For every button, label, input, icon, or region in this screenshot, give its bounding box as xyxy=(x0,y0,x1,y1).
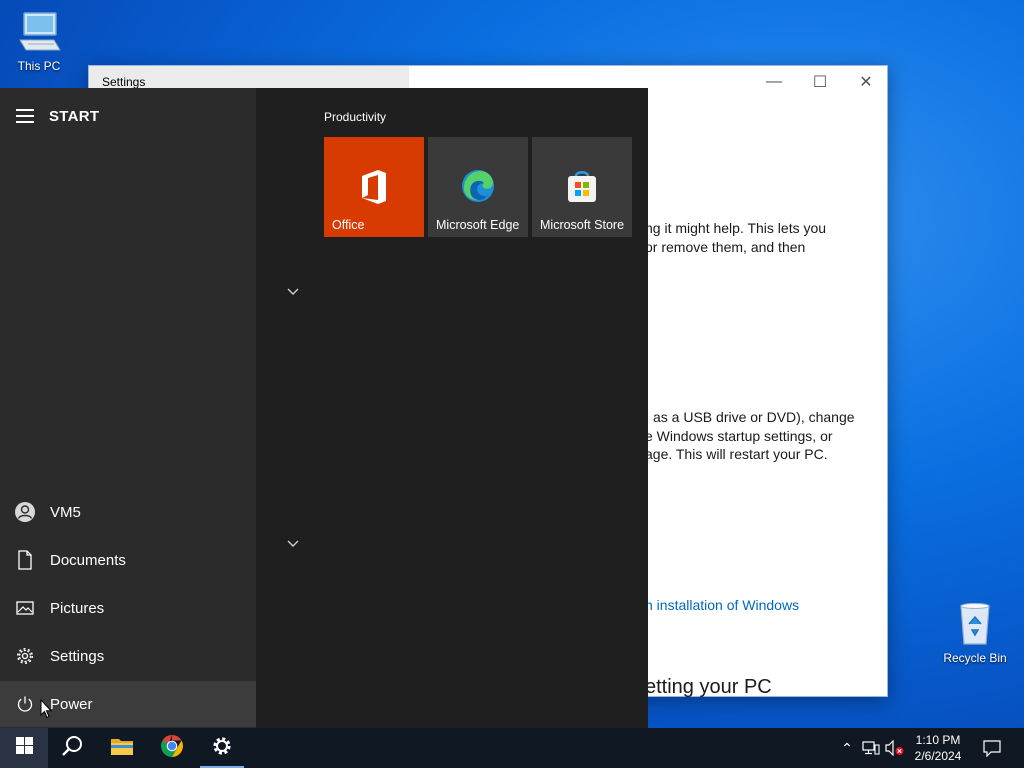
desktop-icon-label: This PC xyxy=(17,59,61,73)
action-center-icon[interactable] xyxy=(980,728,1004,768)
office-icon xyxy=(324,169,424,205)
taskbar: ⌃ 1:10 PM 2/6/2024 xyxy=(0,728,1024,768)
maximize-button[interactable]: ☐ xyxy=(797,66,843,98)
tile-label: Office xyxy=(332,218,365,232)
windows-start-icon xyxy=(15,737,33,759)
start-item-label: Power xyxy=(50,695,93,713)
show-hidden-icons-button[interactable]: ⌃ xyxy=(838,728,856,768)
settings-text-line: or remove them, and then xyxy=(645,239,806,255)
clock-date: 2/6/2024 xyxy=(914,749,962,763)
start-item-label: VM5 xyxy=(50,503,81,521)
edge-icon xyxy=(428,168,528,204)
settings-text-line: ng it might help. This lets you xyxy=(645,220,827,236)
chrome-button[interactable] xyxy=(148,728,196,768)
gear-icon xyxy=(0,647,50,665)
hamburger-menu-icon[interactable] xyxy=(16,109,34,123)
start-item-power[interactable]: Power xyxy=(0,681,256,727)
settings-taskbar-button[interactable] xyxy=(198,728,246,768)
desktop-icon-recycle-bin[interactable]: Recycle Bin xyxy=(937,602,1013,665)
tile-microsoft-store[interactable]: Microsoft Store xyxy=(532,137,632,237)
chevron-down-icon[interactable] xyxy=(287,536,299,551)
close-button[interactable]: ✕ xyxy=(843,66,889,98)
user-avatar-icon xyxy=(0,501,50,523)
settings-text-line: age. This will restart your PC. xyxy=(645,446,828,462)
document-icon xyxy=(0,550,50,570)
chrome-icon xyxy=(160,734,184,763)
network-icon[interactable] xyxy=(860,728,882,768)
start-menu-header[interactable]: START xyxy=(0,102,256,130)
start-label: START xyxy=(49,107,100,125)
start-item-pictures[interactable]: Pictures xyxy=(0,585,256,631)
desktop-icon-this-pc[interactable]: This PC xyxy=(1,10,77,73)
start-menu-left-pane: START VM5 Documents Pictures Settings Po… xyxy=(0,88,256,728)
clock-time: 1:10 PM xyxy=(915,733,961,747)
start-menu: START VM5 Documents Pictures Settings Po… xyxy=(0,88,648,728)
section-heading: etting your PC xyxy=(645,676,772,698)
clean-install-link[interactable]: n installation of Windows xyxy=(645,597,799,613)
settings-text-line: as a USB drive or DVD), change xyxy=(653,409,855,425)
start-button[interactable] xyxy=(0,728,48,768)
taskbar-clock[interactable]: 1:10 PM 2/6/2024 xyxy=(904,732,972,764)
tile-label: Microsoft Edge xyxy=(436,218,520,232)
settings-text-line: e Windows startup settings, or xyxy=(645,428,833,444)
file-explorer-button[interactable] xyxy=(98,728,146,768)
start-item-label: Settings xyxy=(50,647,105,665)
search-button[interactable] xyxy=(48,728,96,768)
tile-label: Microsoft Store xyxy=(540,218,625,232)
search-icon xyxy=(61,735,83,762)
store-icon xyxy=(532,168,632,204)
mouse-cursor-icon xyxy=(40,698,53,724)
tile-microsoft-edge[interactable]: Microsoft Edge xyxy=(428,137,528,237)
this-pc-icon xyxy=(1,10,77,57)
tile-group-title[interactable]: Productivity xyxy=(324,110,386,124)
chevron-down-icon[interactable] xyxy=(287,284,299,299)
minimize-button[interactable]: — xyxy=(751,66,797,98)
start-item-label: Pictures xyxy=(50,599,105,617)
pictures-icon xyxy=(0,600,50,616)
volume-muted-icon[interactable] xyxy=(884,728,906,768)
recycle-bin-icon xyxy=(937,602,1013,649)
start-item-documents[interactable]: Documents xyxy=(0,537,256,583)
desktop-icon-label: Recycle Bin xyxy=(943,651,1007,665)
window-title: Settings xyxy=(102,75,146,89)
start-item-label: Documents xyxy=(50,551,126,569)
file-explorer-icon xyxy=(110,736,134,761)
settings-gear-icon xyxy=(211,735,233,762)
start-item-settings[interactable]: Settings xyxy=(0,633,256,679)
start-item-user[interactable]: VM5 xyxy=(0,489,256,535)
tile-office[interactable]: Office xyxy=(324,137,424,237)
